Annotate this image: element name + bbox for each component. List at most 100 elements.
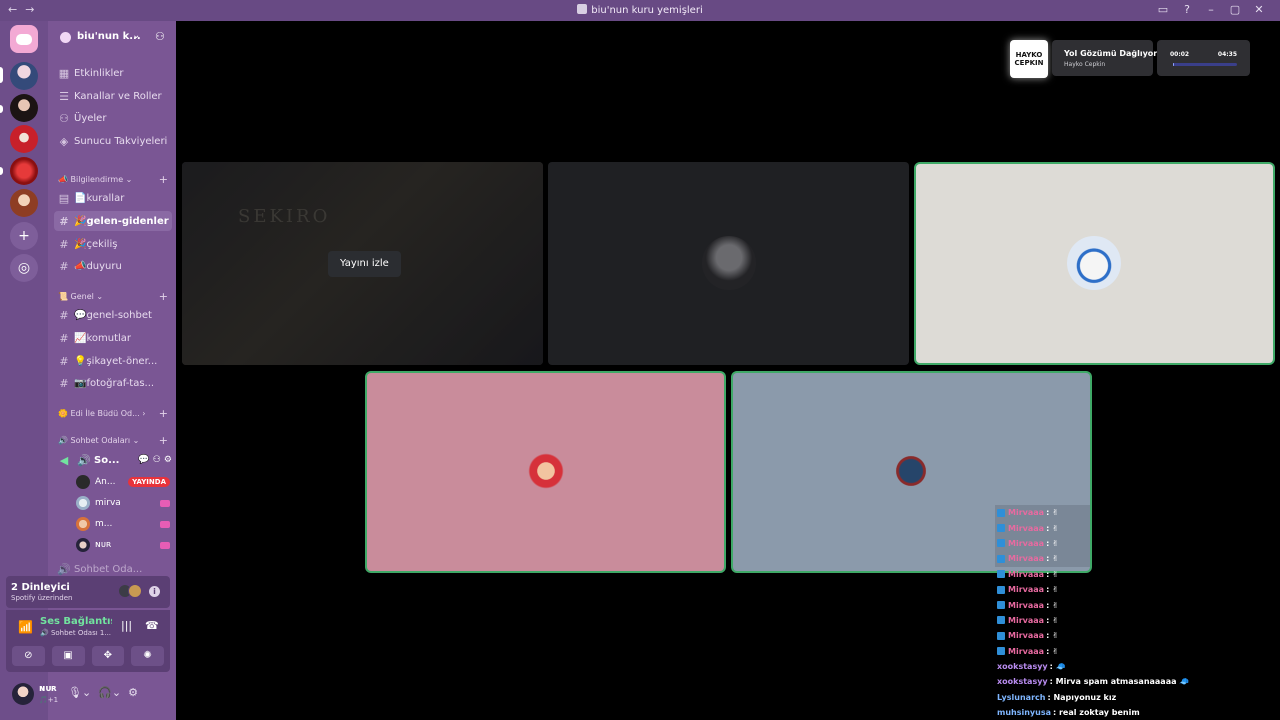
avatar[interactable] — [12, 683, 34, 705]
gear-icon[interactable]: ⚙ — [128, 686, 138, 699]
channel-gelen-gidenler[interactable]: # 🎉gelen-gidenler — [54, 211, 172, 231]
user-controls: 🎙⌄ 🎧⌄ ⚙ — [68, 686, 145, 699]
invite-people-icon[interactable]: ⚇ — [155, 30, 165, 43]
category-collapsed[interactable]: 🌼 Edi İle Büdü Od... › + — [58, 407, 168, 420]
server-icon-3[interactable] — [10, 125, 38, 153]
maximize-button[interactable]: ▢ — [1224, 3, 1246, 16]
headphones-icon[interactable]: 🎧⌄ — [98, 686, 121, 699]
server-icon-1[interactable] — [10, 62, 38, 90]
menu-members[interactable]: ⚇ Üyeler — [54, 108, 172, 128]
add-channel-icon[interactable]: + — [159, 290, 168, 303]
menu-server-boosts[interactable]: ◈ Sunucu Takviyeleri — [54, 131, 172, 151]
chat-author: Mirvaaa — [1008, 615, 1045, 625]
chat-message: muhsinyusa: real zoktay benim — [995, 705, 1185, 720]
watch-stream-button[interactable]: Yayını izle — [328, 251, 401, 277]
voice-status[interactable]: Ses Bağlantısı K — [40, 616, 112, 627]
members-icon: ⚇ — [59, 111, 69, 125]
activity-icon — [160, 499, 170, 507]
menu-label: Kanallar ve Roller — [74, 90, 162, 102]
twitch-badge-icon — [997, 508, 1005, 517]
chat-message: xookstasyy: 🧢 — [995, 659, 1185, 674]
chevron-down-icon[interactable]: ⌄ — [132, 30, 140, 41]
category-genel[interactable]: 📜 Genel ⌄ + — [58, 290, 168, 303]
gear-icon[interactable]: ⚙ — [164, 455, 172, 465]
menu-channels-roles[interactable]: ☰ Kanallar ve Roller — [54, 86, 172, 106]
channel-komutlar[interactable]: # 📈komutlar — [54, 328, 172, 348]
track-info: Yol Gözümü Dağlıyor Hayko Cepkin — [1052, 40, 1157, 76]
server-icon-5[interactable] — [10, 189, 38, 217]
voice-member[interactable]: ɴᴜʀ — [76, 535, 170, 555]
chat-message: Mirvaaa: ✌ — [995, 628, 1185, 643]
voice-channel[interactable]: 🔊 Sohbet Oda... — [54, 562, 172, 576]
boost-icon: ◈ — [59, 134, 69, 148]
voice-member[interactable]: m... — [76, 514, 170, 534]
voice-channel-label: Sohbet Oda... — [74, 563, 143, 575]
avatar — [884, 444, 938, 498]
invite-icon[interactable]: ⚇ — [153, 455, 161, 465]
server-icon-4[interactable] — [10, 157, 38, 185]
hashtag-icon: # — [59, 331, 69, 345]
participant-tile-speaking[interactable] — [916, 164, 1273, 363]
chat-text: : ✌ — [1046, 523, 1059, 533]
category-label: 🔊 Sohbet Odaları ⌄ — [58, 436, 140, 445]
chat-author: Mirvaaa — [1008, 600, 1045, 610]
disconnect-icon[interactable]: ☎ — [145, 619, 159, 632]
avatar — [702, 236, 756, 290]
add-channel-icon[interactable]: + — [159, 407, 168, 420]
hashtag-icon: # — [59, 354, 69, 368]
server-header[interactable]: biu'nun k... ⌄ ⚇ — [48, 21, 176, 55]
category-voice[interactable]: 🔊 Sohbet Odaları ⌄ + — [58, 434, 168, 447]
voice-channel-active[interactable]: ◀ 🔊 So... 💬 ⚇ ⚙ — [54, 450, 172, 470]
chat-author: muhsinyusa — [997, 708, 1051, 718]
voice-member[interactable]: An... YAYINDA — [76, 472, 170, 492]
category-bilgilendirme[interactable]: 📣 Bilgilendirme ⌄ + — [58, 173, 168, 186]
spotify-listeners[interactable]: 2 Dinleyici Spotify üzerinden i — [6, 576, 170, 608]
microphone-icon[interactable]: 🎙⌄ — [68, 686, 91, 699]
camera-off-button[interactable]: ⊘ — [12, 646, 45, 666]
soundboard-button[interactable]: ✺ — [131, 646, 164, 666]
avatar — [128, 584, 142, 598]
channel-fotograf[interactable]: # 📷fotoğraf-tas... — [54, 373, 172, 393]
chat-text: : ✌ — [1046, 554, 1059, 564]
activities-button[interactable]: ✥ — [91, 646, 125, 666]
home-button[interactable] — [10, 25, 38, 53]
server-icon-2[interactable] — [10, 94, 38, 122]
participant-tile[interactable] — [548, 162, 909, 365]
help-icon[interactable]: ? — [1176, 3, 1198, 16]
channel-sikayet-oneri[interactable]: # 💡şikayet-öner... — [54, 351, 172, 371]
progress-bar — [1173, 63, 1237, 66]
chat-author: Mirvaaa — [1008, 508, 1045, 518]
voice-member[interactable]: mirva — [76, 493, 170, 513]
signal-icon[interactable]: 📶 — [18, 620, 33, 634]
chat-bubble-icon[interactable]: 💬 — [138, 455, 149, 465]
hashtag-icon: # — [59, 259, 69, 273]
menu-events[interactable]: ▦ Etkinlikler — [54, 63, 172, 83]
close-button[interactable]: ✕ — [1248, 3, 1270, 16]
voice-member-name: m... — [95, 519, 113, 529]
channel-kurallar[interactable]: ▤ 📄kurallar — [54, 188, 172, 208]
chat-message: Mirvaaa: ✌ — [995, 613, 1185, 628]
discover-compass-icon[interactable]: ◎ — [10, 254, 38, 282]
voice-connection-panel: 📶 Ses Bağlantısı K 🔊 Sohbet Odası 1... |… — [6, 610, 170, 672]
channel-genel-sohbet[interactable]: # 💬genel-sohbet — [54, 305, 172, 325]
minimize-button[interactable]: – — [1200, 3, 1222, 16]
chat-text: : ✌ — [1046, 631, 1059, 641]
channel-duyuru[interactable]: # 📣duyuru — [54, 256, 172, 276]
screen-share-button[interactable]: ▣ — [51, 646, 85, 666]
add-server-icon[interactable]: + — [10, 222, 38, 250]
listeners-source: Spotify üzerinden — [11, 594, 73, 602]
menu-label: Üyeler — [74, 112, 107, 124]
stream-tile[interactable]: SEKIRO Yayını izle — [182, 162, 543, 365]
twitch-badge-icon — [997, 539, 1005, 548]
channel-label: 💡şikayet-öner... — [74, 355, 158, 367]
info-icon[interactable]: i — [149, 586, 160, 597]
inbox-icon[interactable]: ▭ — [1152, 3, 1174, 16]
noise-suppression-icon[interactable]: ||| — [121, 619, 132, 632]
participant-tile-speaking[interactable] — [367, 373, 724, 571]
channel-cekilis[interactable]: # 🎉çekiliş — [54, 234, 172, 254]
channels-icon: ☰ — [59, 89, 69, 103]
add-channel-icon[interactable]: + — [159, 434, 168, 447]
voice-channel-name-text: Sohbet Odası 1... — [50, 629, 112, 637]
add-channel-icon[interactable]: + — [159, 173, 168, 186]
user-panel: ɴᴜʀ 🎵+1 🎙⌄ 🎧⌄ ⚙ — [6, 676, 170, 714]
